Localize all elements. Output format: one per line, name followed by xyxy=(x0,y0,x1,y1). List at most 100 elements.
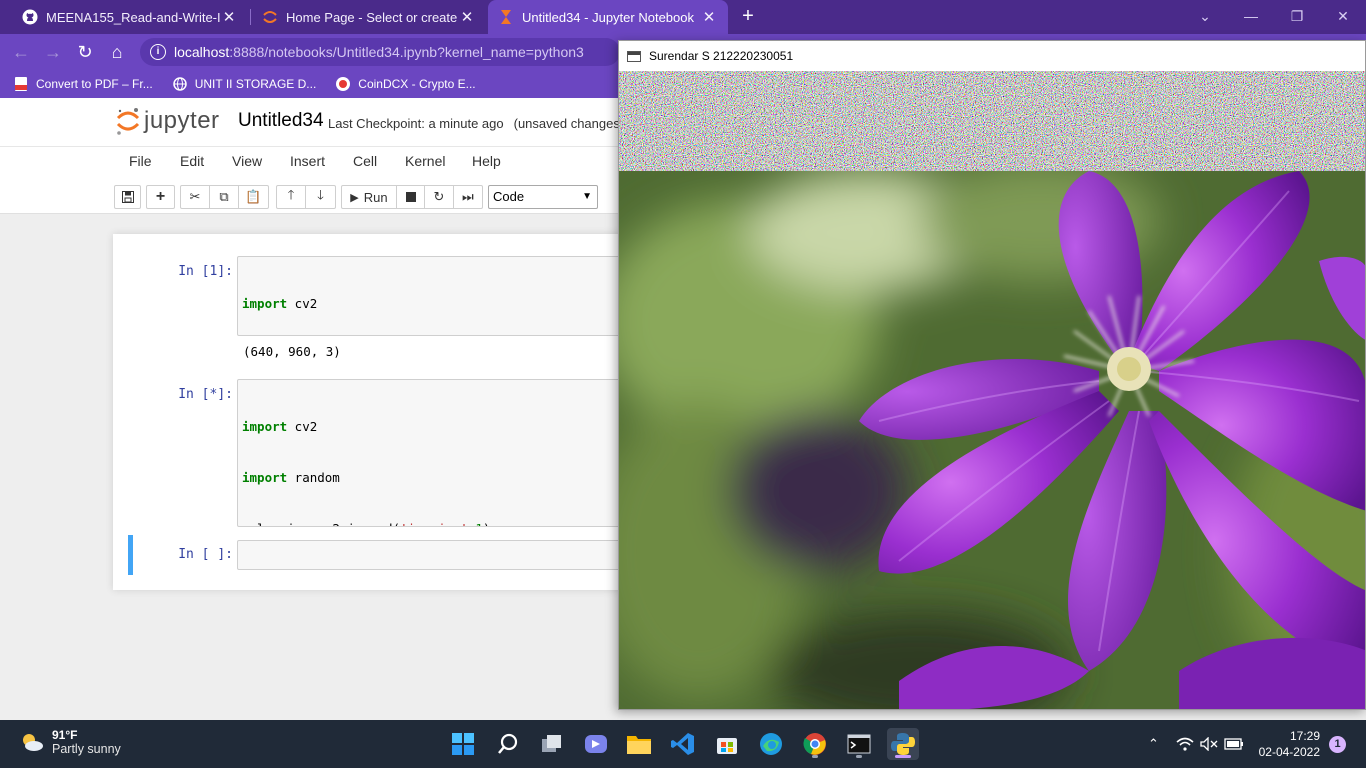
pdf-icon xyxy=(14,77,28,91)
browser-tab-strip: MEENA155_Read-and-Write-Ima ✕ Home Page … xyxy=(0,0,1366,34)
window-icon xyxy=(627,50,641,62)
hourglass-icon xyxy=(498,9,514,25)
menu-file[interactable]: File xyxy=(129,153,152,169)
volume-muted-icon[interactable] xyxy=(1200,720,1218,768)
store-icon[interactable] xyxy=(711,728,743,760)
paste-icon[interactable]: 📋 xyxy=(239,186,268,208)
code-line: import cv2 xyxy=(242,296,318,311)
menu-view[interactable]: View xyxy=(232,153,262,169)
code-line: color_img=cv2.imread('img.jpg',1) xyxy=(242,520,632,526)
cell-prompt: In [*]: xyxy=(178,387,233,402)
bookmark-label: UNIT II STORAGE D... xyxy=(194,77,317,91)
back-icon[interactable]: ← xyxy=(8,40,34,66)
code-editor[interactable] xyxy=(237,540,637,570)
url-path: :8888/notebooks/Untitled34.ipynb?kernel_… xyxy=(229,44,584,60)
play-icon: ▶ xyxy=(350,191,359,204)
forward-icon[interactable]: → xyxy=(40,40,66,66)
url-text: localhost:8888/notebooks/Untitled34.ipyn… xyxy=(174,44,584,60)
site-info-icon[interactable]: i xyxy=(150,44,166,60)
temperature: 91°F xyxy=(52,728,78,742)
cell-type-select[interactable]: Code ▼ xyxy=(488,185,598,209)
restart-icon[interactable]: ↻ xyxy=(425,186,454,208)
menu-insert[interactable]: Insert xyxy=(290,153,325,169)
code-editor[interactable]: import cv2 import random color_img=cv2.i… xyxy=(237,256,637,336)
code-cell-empty[interactable]: In [ ]: xyxy=(113,540,637,572)
battery-icon[interactable] xyxy=(1224,720,1244,768)
jupyter-logo[interactable]: jupyter xyxy=(116,106,220,136)
close-tab-icon[interactable]: ✕ xyxy=(220,8,238,26)
run-label: Run xyxy=(363,189,388,205)
running-indicator xyxy=(856,755,862,758)
restore-icon[interactable]: ❐ xyxy=(1274,0,1320,34)
menu-kernel[interactable]: Kernel xyxy=(405,153,445,169)
save-button[interactable] xyxy=(114,185,141,209)
opencv-window-title: Surendar S 212220230051 xyxy=(649,49,794,63)
minimize-icon[interactable]: — xyxy=(1228,0,1274,34)
run-button[interactable]: ▶ Run xyxy=(342,186,397,208)
cell-prompt: In [1]: xyxy=(178,264,233,279)
home-icon[interactable]: ⌂ xyxy=(104,40,130,66)
bookmark-unit-ii[interactable]: UNIT II STORAGE D... xyxy=(172,77,317,91)
menu-cell[interactable]: Cell xyxy=(353,153,377,169)
fast-forward-icon[interactable]: ⏭ xyxy=(454,186,482,208)
tab-search-icon[interactable]: ⌄ xyxy=(1182,0,1228,34)
address-bar[interactable]: i localhost:8888/notebooks/Untitled34.ip… xyxy=(140,38,620,66)
code-line: import random xyxy=(242,470,340,485)
code-cell[interactable]: In [1]: import cv2 import random color_i… xyxy=(113,256,637,368)
jupyter-logo-icon xyxy=(116,108,140,135)
browser-tab-notebook[interactable]: Untitled34 - Jupyter Notebook ✕ xyxy=(488,0,728,34)
notebook-name[interactable]: Untitled34 xyxy=(238,110,324,132)
menu-help[interactable]: Help xyxy=(472,153,501,169)
copy-icon[interactable]: ⧉ xyxy=(210,186,239,208)
weather-condition: Partly sunny xyxy=(52,742,121,756)
start-icon[interactable] xyxy=(447,728,479,760)
github-icon xyxy=(22,9,38,25)
move-down-icon[interactable]: 🡓 xyxy=(306,186,335,208)
bookmark-coindcx[interactable]: CoinDCX - Crypto E... xyxy=(336,77,476,91)
browser-tab-github[interactable]: MEENA155_Read-and-Write-Ima ✕ xyxy=(12,0,248,34)
clock-date: 02-04-2022 xyxy=(1258,745,1320,759)
unsaved-indicator: (unsaved changes xyxy=(513,116,620,131)
plus-icon: + xyxy=(742,5,754,27)
weather-widget[interactable]: 91°F Partly sunny xyxy=(20,728,121,756)
tab-divider xyxy=(250,9,251,25)
windows-taskbar: 91°F Partly sunny ⌃ 17:29 02-04-2022 1 xyxy=(0,720,1366,768)
menu-edit[interactable]: Edit xyxy=(180,153,204,169)
checkpoint-status: Last Checkpoint: a minute ago (unsaved ch… xyxy=(328,116,620,131)
system-clock[interactable]: 17:29 02-04-2022 xyxy=(1259,728,1320,760)
terminal-icon[interactable] xyxy=(843,728,875,760)
active-indicator xyxy=(895,755,911,758)
insert-cell-button[interactable]: + xyxy=(146,185,175,209)
code-editor[interactable]: import cv2 import random color_img=cv2.i… xyxy=(237,379,637,527)
plus-icon: + xyxy=(155,188,166,205)
teams-icon[interactable] xyxy=(580,728,612,760)
code-cell[interactable]: In [*]: import cv2 import random color_i… xyxy=(113,379,637,527)
wifi-icon[interactable] xyxy=(1176,720,1194,768)
show-hidden-icons[interactable]: ⌃ xyxy=(1148,720,1159,768)
browser-tab-home[interactable]: Home Page - Select or create a n ✕ xyxy=(252,0,486,34)
bookmark-label: CoinDCX - Crypto E... xyxy=(358,77,476,91)
new-tab-button[interactable]: + xyxy=(736,4,760,28)
opencv-window-titlebar[interactable]: Surendar S 212220230051 xyxy=(619,41,1365,71)
search-icon[interactable] xyxy=(492,728,524,760)
edge-icon[interactable] xyxy=(755,728,787,760)
checkpoint-text: Last Checkpoint: a minute ago xyxy=(328,116,504,131)
notebook-container: In [1]: import cv2 import random color_i… xyxy=(113,234,637,590)
url-host: localhost xyxy=(174,44,230,60)
close-tab-icon[interactable]: ✕ xyxy=(700,8,718,26)
reload-icon[interactable]: ↻ xyxy=(72,40,98,66)
stop-icon[interactable] xyxy=(397,186,426,208)
chrome-icon[interactable] xyxy=(799,728,831,760)
notification-badge[interactable]: 1 xyxy=(1329,736,1346,753)
file-explorer-icon[interactable] xyxy=(623,728,655,760)
clipboard-group: ✂ ⧉ 📋 xyxy=(180,185,269,209)
bookmark-convert-pdf[interactable]: Convert to PDF – Fr... xyxy=(14,77,153,91)
opencv-image-window[interactable]: Surendar S 212220230051 xyxy=(618,40,1366,710)
cut-icon[interactable]: ✂ xyxy=(181,186,210,208)
task-view-icon[interactable] xyxy=(536,728,568,760)
close-window-icon[interactable]: ✕ xyxy=(1320,0,1366,34)
close-tab-icon[interactable]: ✕ xyxy=(458,8,476,26)
python-icon[interactable] xyxy=(887,728,919,760)
move-up-icon[interactable]: 🡑 xyxy=(277,186,306,208)
vscode-icon[interactable] xyxy=(667,728,699,760)
